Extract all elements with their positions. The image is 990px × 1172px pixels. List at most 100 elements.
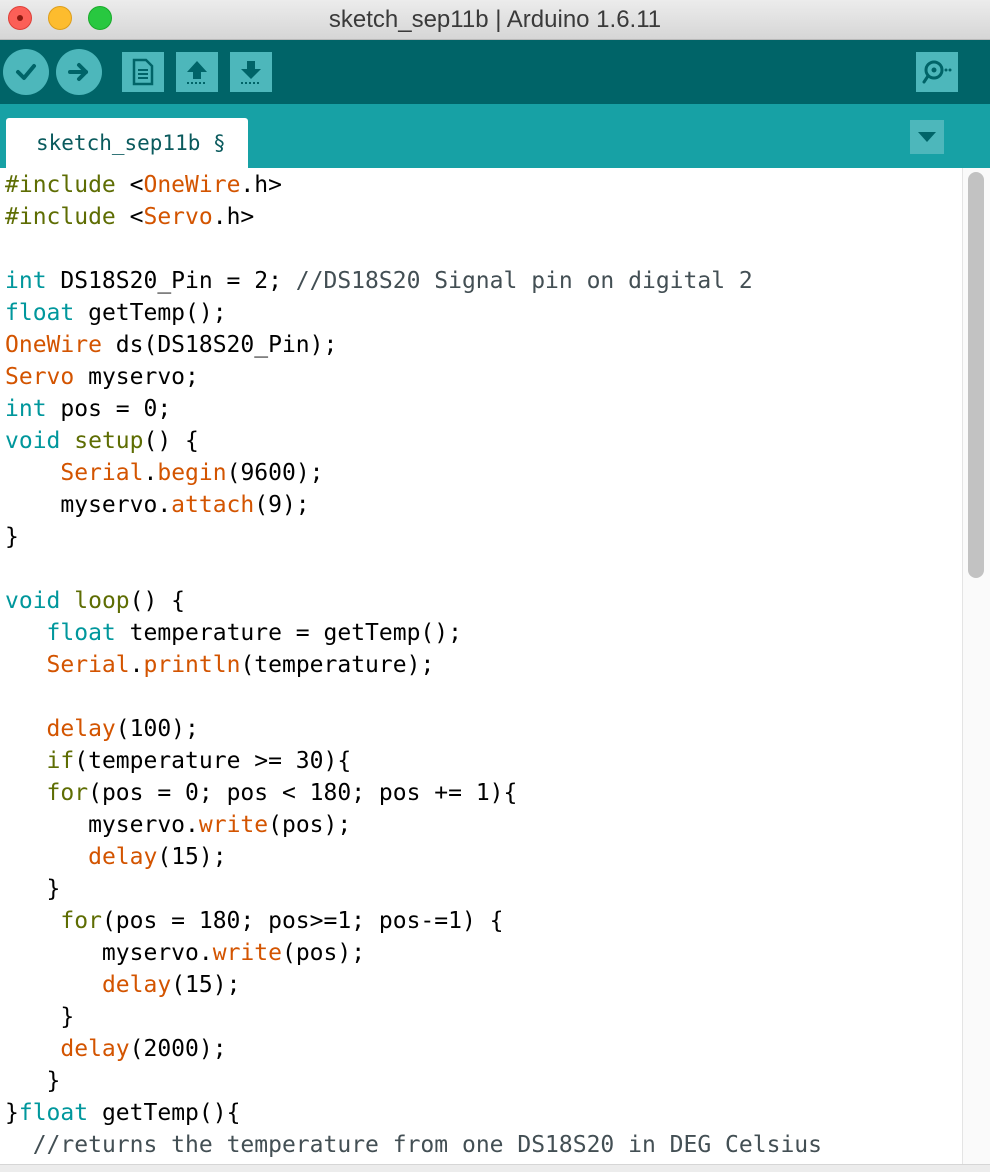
code-token: DS18S20_Pin = 2;: [46, 268, 296, 294]
code-line: }: [5, 1001, 74, 1033]
code-token: void: [5, 428, 61, 454]
code-token: float: [18, 1100, 89, 1126]
toolbar: [0, 40, 990, 104]
code-line: }: [5, 521, 19, 553]
code-token: println: [143, 652, 241, 678]
checkmark-icon: [16, 64, 36, 80]
code-token: int: [5, 396, 47, 422]
code-line: int DS18S20_Pin = 2; //DS18S20 Signal pi…: [5, 265, 753, 297]
code-line: void setup() {: [5, 425, 199, 457]
code-token: (9600);: [226, 460, 324, 486]
code-token: ds(DS18S20_Pin);: [101, 332, 338, 358]
code-line: for(pos = 0; pos < 180; pos += 1){: [5, 777, 518, 809]
code-token: .: [143, 460, 158, 486]
code-line: delay(2000);: [5, 1033, 227, 1065]
code-token: getTemp(){: [88, 1100, 241, 1126]
code-token: () {: [129, 588, 186, 614]
code-line: delay(100);: [5, 713, 199, 745]
editor-bottom-edge: [0, 1164, 990, 1172]
code-token: for: [46, 780, 89, 806]
code-token: (2000);: [129, 1036, 227, 1062]
code-token: (pos);: [268, 812, 352, 838]
code-token: begin: [157, 460, 227, 486]
code-token: (100);: [115, 716, 199, 742]
code-line: for(pos = 180; pos>=1; pos-=1) {: [5, 905, 503, 937]
code-token: delay: [101, 972, 172, 998]
code-line: myservo.write(pos);: [5, 809, 351, 841]
code-token: (15);: [157, 844, 227, 870]
code-token: //returns the temperature from one DS18S…: [32, 1132, 822, 1158]
code-token: myservo;: [74, 364, 199, 390]
code-line: }: [5, 1065, 61, 1097]
serial-monitor-button[interactable]: [916, 52, 958, 92]
code-line: if(temperature >= 30){: [5, 745, 352, 777]
upload-button[interactable]: [56, 49, 102, 95]
code-token: (temperature);: [240, 652, 435, 678]
magnifier-icon: [922, 60, 952, 84]
code-line: float getTemp();: [5, 297, 227, 329]
tab-label: sketch_sep11b §: [36, 131, 226, 155]
code-line: }float getTemp(){: [5, 1097, 240, 1129]
save-sketch-button[interactable]: [230, 52, 272, 92]
code-token: <: [115, 204, 144, 230]
code-token: delay: [88, 844, 158, 870]
code-token: <: [115, 172, 144, 198]
code-line: delay(15);: [5, 841, 227, 873]
code-line: Servo myservo;: [5, 361, 199, 393]
code-token: }: [5, 1068, 61, 1094]
open-arrow-up-icon: [187, 61, 207, 84]
code-line: myservo.attach(9);: [5, 489, 309, 521]
code-token: .: [129, 652, 144, 678]
code-token: for: [60, 908, 102, 934]
code-token: //DS18S20 Signal pin on digital 2: [295, 268, 753, 294]
code-token: }: [5, 524, 19, 550]
save-arrow-down-icon: [241, 61, 261, 84]
code-token: (pos = 0; pos < 180; pos += 1){: [88, 780, 518, 806]
code-token: setup: [74, 428, 144, 454]
code-token: void: [5, 588, 61, 614]
code-token: getTemp();: [74, 300, 227, 326]
code-token: if: [46, 748, 75, 774]
scrollbar-thumb[interactable]: [968, 172, 984, 578]
chevron-down-icon: [918, 132, 936, 142]
code-token: .h>: [212, 204, 255, 230]
code-token: }: [5, 876, 61, 902]
code-token: }: [5, 1100, 19, 1126]
code-line: OneWire ds(DS18S20_Pin);: [5, 329, 337, 361]
code-token: attach: [171, 492, 255, 518]
code-line: float temperature = getTemp();: [5, 617, 462, 649]
code-line: }: [5, 873, 61, 905]
code-token: myservo.: [5, 812, 199, 838]
tab-bar: sketch_sep11b §: [0, 104, 990, 168]
tab-menu-button[interactable]: [910, 120, 944, 154]
tab-sketch[interactable]: sketch_sep11b §: [6, 118, 248, 168]
code-token: (pos);: [281, 940, 366, 966]
code-token: int: [5, 268, 47, 294]
code-token: temperature = getTemp();: [115, 620, 462, 646]
code-line: void loop() {: [5, 585, 185, 617]
code-editor[interactable]: #include <OneWire.h> #include <Servo.h> in…: [0, 168, 962, 1166]
verify-button[interactable]: [3, 49, 49, 95]
arrow-right-icon: [68, 63, 88, 81]
new-sketch-button[interactable]: [122, 52, 164, 92]
code-token: delay: [60, 1036, 130, 1062]
code-token: loop: [74, 588, 130, 614]
code-line: Serial.begin(9600);: [5, 457, 324, 489]
code-token: Servo: [5, 364, 75, 390]
code-token: #include: [5, 172, 116, 198]
title-bar: sketch_sep11b | Arduino 1.6.11: [0, 0, 990, 40]
code-line: #include <Servo.h>: [5, 201, 254, 233]
open-sketch-button[interactable]: [176, 52, 218, 92]
